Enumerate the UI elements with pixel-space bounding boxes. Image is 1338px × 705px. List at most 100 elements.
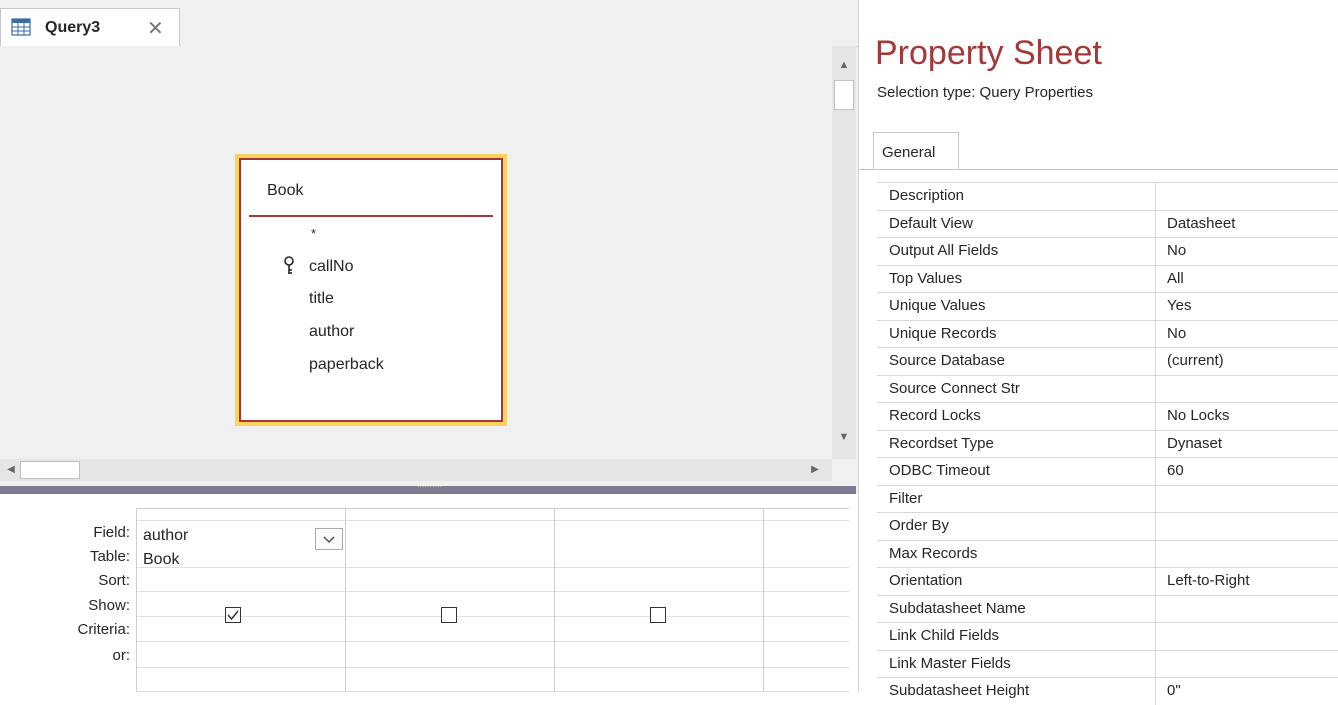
show-checkbox-1[interactable] — [225, 607, 241, 623]
horizontal-scroll-thumb[interactable] — [20, 461, 80, 479]
property-row[interactable]: Description — [877, 182, 1338, 210]
row-label-show: Show: — [88, 597, 130, 614]
property-value[interactable]: No — [1167, 242, 1186, 259]
field-list-item-all[interactable]: * — [311, 226, 316, 241]
vertical-scrollbar[interactable]: ▲ ▼ — [832, 46, 856, 459]
property-row[interactable]: Order By — [877, 512, 1338, 540]
property-row[interactable]: Filter — [877, 484, 1338, 513]
property-value[interactable]: 60 — [1167, 462, 1184, 479]
show-checkbox-3[interactable] — [650, 607, 666, 623]
property-row[interactable]: Recordset Type Dynaset — [877, 429, 1338, 458]
property-row[interactable]: Top Values All — [877, 264, 1338, 293]
property-row[interactable]: ODBC Timeout 60 — [877, 457, 1338, 485]
property-value[interactable]: Dynaset — [1167, 435, 1222, 452]
property-divider — [1155, 320, 1156, 348]
table-cell[interactable]: Book — [143, 551, 179, 569]
grid-column-2[interactable] — [345, 509, 555, 692]
property-divider — [1155, 623, 1156, 650]
property-row[interactable]: Output All Fields No — [877, 237, 1338, 265]
property-row[interactable]: Default View Datasheet — [877, 209, 1338, 238]
close-icon[interactable]: ✕ — [147, 16, 164, 41]
property-row[interactable]: Record Locks No Locks — [877, 402, 1338, 430]
property-row[interactable]: Source Database (current) — [877, 347, 1338, 375]
table-box-divider — [249, 215, 493, 217]
property-row[interactable]: Source Connect Str — [877, 374, 1338, 403]
property-name: Link Child Fields — [889, 627, 1000, 644]
property-divider — [1155, 513, 1156, 540]
property-value[interactable]: (current) — [1167, 352, 1224, 369]
row-label-criteria: Criteria: — [77, 621, 130, 638]
tab-general[interactable]: General — [873, 132, 959, 170]
property-row[interactable]: Unique Records No — [877, 319, 1338, 348]
property-row[interactable]: Subdatasheet Name — [877, 594, 1338, 623]
grid-column-1[interactable]: author Book — [137, 509, 346, 692]
table-box-book[interactable]: Book * callNo title author paperback — [235, 154, 507, 426]
property-row[interactable]: Subdatasheet Height 0" — [877, 677, 1338, 705]
tab-title: Query3 — [45, 19, 101, 36]
property-divider — [1155, 210, 1156, 238]
property-divider — [1155, 650, 1156, 678]
property-row[interactable]: Link Child Fields — [877, 622, 1338, 650]
grid-column-3[interactable] — [554, 509, 764, 692]
table-box-title: Book — [267, 182, 304, 199]
scroll-down-icon[interactable]: ▼ — [832, 426, 856, 448]
dropdown-button[interactable] — [315, 528, 343, 550]
scroll-up-icon[interactable]: ▲ — [832, 54, 856, 76]
vertical-scroll-thumb[interactable] — [834, 80, 854, 110]
row-label-sort: Sort: — [98, 572, 130, 589]
property-divider — [1155, 238, 1156, 265]
field-list-item-author[interactable]: author — [309, 323, 354, 341]
field-list-item-paperback[interactable]: paperback — [309, 356, 384, 374]
property-divider — [1155, 293, 1156, 320]
field-list-item-title[interactable]: title — [309, 290, 334, 308]
checkmark-icon — [227, 610, 239, 621]
query-design-grid: Field: Table: Sort: Show: Criteria: or: … — [0, 494, 858, 692]
chevron-down-icon — [323, 536, 335, 543]
property-divider — [1155, 183, 1156, 210]
property-value[interactable]: 0" — [1167, 682, 1181, 699]
property-name: Output All Fields — [889, 242, 999, 259]
splitter-grip-icon[interactable]: '''''''''' — [400, 485, 460, 494]
horizontal-scrollbar[interactable]: ◀ ▶ — [0, 459, 832, 481]
row-label-or: or: — [112, 647, 130, 664]
query-design-window: Query3 ✕ Book * callNo title author pape… — [0, 0, 858, 692]
show-checkbox-2[interactable] — [441, 607, 457, 623]
tab-query3[interactable]: Query3 ✕ — [0, 8, 180, 46]
property-divider — [1155, 540, 1156, 568]
tab-general-label: General — [882, 144, 936, 161]
property-row[interactable]: Orientation Left-to-Right — [877, 567, 1338, 595]
row-label-table: Table: — [89, 548, 130, 565]
property-name: Subdatasheet Name — [889, 599, 1026, 617]
property-name: Order By — [889, 517, 950, 534]
property-row[interactable]: Unique Values Yes — [877, 292, 1338, 320]
pane-splitter[interactable]: '''''''''' — [0, 485, 856, 494]
property-name: Unique Records — [889, 324, 997, 342]
property-sheet-pane: Property Sheet Selection type: Query Pro… — [858, 0, 1338, 705]
field-cell[interactable]: author — [143, 527, 188, 545]
grid-body: author Book — [136, 508, 849, 692]
property-divider — [1155, 348, 1156, 375]
property-value[interactable]: All — [1167, 270, 1184, 287]
property-value[interactable]: Yes — [1167, 297, 1191, 314]
field-list-item-callno[interactable]: callNo — [309, 258, 353, 276]
property-value[interactable]: No — [1167, 325, 1186, 342]
property-name: Source Connect Str — [889, 379, 1020, 397]
property-value[interactable]: No Locks — [1167, 407, 1230, 424]
property-name: Max Records — [889, 544, 978, 562]
property-divider — [1155, 595, 1156, 623]
scroll-left-icon[interactable]: ◀ — [0, 459, 22, 481]
property-value[interactable]: Datasheet — [1167, 215, 1235, 232]
scroll-right-icon[interactable]: ▶ — [804, 459, 826, 481]
property-name: Source Database — [889, 352, 1005, 369]
property-row[interactable]: Link Master Fields — [877, 649, 1338, 678]
property-row[interactable]: Max Records — [877, 539, 1338, 568]
property-name: Top Values — [889, 269, 963, 287]
row-label-field: Field: — [93, 524, 130, 541]
tab-divider — [859, 169, 1338, 170]
property-name: Filter — [889, 489, 923, 507]
property-name: Subdatasheet Height — [889, 682, 1030, 699]
property-name: Default View — [889, 214, 973, 232]
grid-column-4[interactable] — [763, 509, 847, 692]
table-design-area[interactable]: Book * callNo title author paperback — [0, 46, 832, 459]
property-value[interactable]: Left-to-Right — [1167, 572, 1250, 589]
